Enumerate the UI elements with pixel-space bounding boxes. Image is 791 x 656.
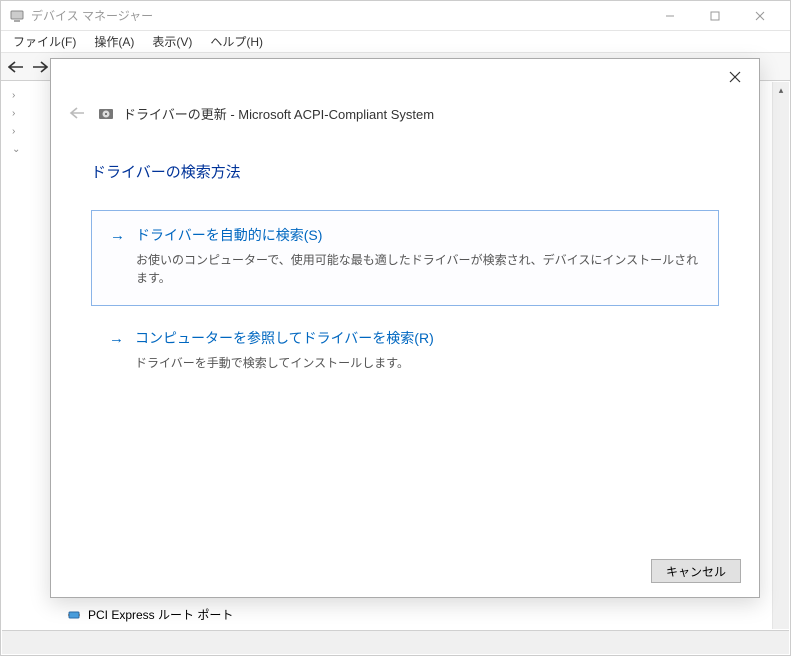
option-auto-search[interactable]: → ドライバーを自動的に検索(S) お使いのコンピューターで、使用可能な最も適し… (91, 210, 719, 306)
driver-disc-icon (97, 104, 115, 122)
dialog-header: ドライバーの更新 - Microsoft ACPI-Compliant Syst… (65, 101, 739, 125)
tree-item-pci-express[interactable]: PCI Express ルート ポート (2, 606, 233, 623)
menu-view[interactable]: 表示(V) (144, 31, 200, 52)
menu-help[interactable]: ヘルプ(H) (202, 31, 271, 52)
option-browse-description: ドライバーを手動で検索してインストールします。 (135, 354, 701, 372)
nav-back-button[interactable] (5, 56, 27, 78)
minimize-button[interactable] (647, 2, 692, 30)
option-browse-title: コンピューターを参照してドライバーを検索(R) (135, 328, 434, 348)
nav-forward-button[interactable] (29, 56, 51, 78)
scroll-up-icon[interactable]: ▴ (773, 82, 789, 99)
dialog-heading: ドライバーの検索方法 (91, 161, 719, 182)
dialog-title: ドライバーの更新 - Microsoft ACPI-Compliant Syst… (123, 104, 434, 123)
vertical-scrollbar[interactable]: ▴ (772, 82, 789, 629)
device-icon (66, 607, 82, 623)
expand-icon[interactable]: › (12, 90, 24, 101)
dm-statusbar (2, 630, 789, 654)
option-auto-title: ドライバーを自動的に検索(S) (136, 225, 322, 245)
expand-icon[interactable]: › (12, 108, 24, 119)
arrow-right-icon: → (109, 330, 125, 347)
dialog-footer: キャンセル (651, 559, 741, 583)
update-driver-dialog: ドライバーの更新 - Microsoft ACPI-Compliant Syst… (50, 58, 760, 598)
expand-icon[interactable]: › (12, 126, 24, 137)
dialog-content: ドライバーの検索方法 → ドライバーを自動的に検索(S) お使いのコンピューター… (91, 155, 719, 537)
dm-menubar: ファイル(F) 操作(A) 表示(V) ヘルプ(H) (1, 31, 790, 53)
close-button[interactable] (737, 2, 782, 30)
collapse-icon[interactable]: ⌄ (12, 144, 24, 155)
dm-title: デバイス マネージャー (31, 7, 647, 24)
tree-item-label: PCI Express ルート ポート (88, 606, 233, 623)
option-title-row: → ドライバーを自動的に検索(S) (110, 225, 700, 245)
dm-titlebar: デバイス マネージャー (1, 1, 790, 31)
maximize-button[interactable] (692, 2, 737, 30)
dm-window-controls (647, 2, 782, 30)
device-manager-icon (9, 8, 25, 24)
menu-action[interactable]: 操作(A) (86, 31, 142, 52)
cancel-button[interactable]: キャンセル (651, 559, 741, 583)
menu-file[interactable]: ファイル(F) (5, 31, 84, 52)
option-browse-computer[interactable]: → コンピューターを参照してドライバーを検索(R) ドライバーを手動で検索してイ… (91, 314, 719, 390)
arrow-right-icon: → (110, 227, 126, 244)
option-auto-description: お使いのコンピューターで、使用可能な最も適したドライバーが検索され、デバイスにイ… (136, 251, 700, 287)
dialog-close-button[interactable] (715, 63, 755, 91)
option-title-row: → コンピューターを参照してドライバーを検索(R) (109, 328, 701, 348)
dialog-back-button[interactable] (65, 101, 89, 125)
